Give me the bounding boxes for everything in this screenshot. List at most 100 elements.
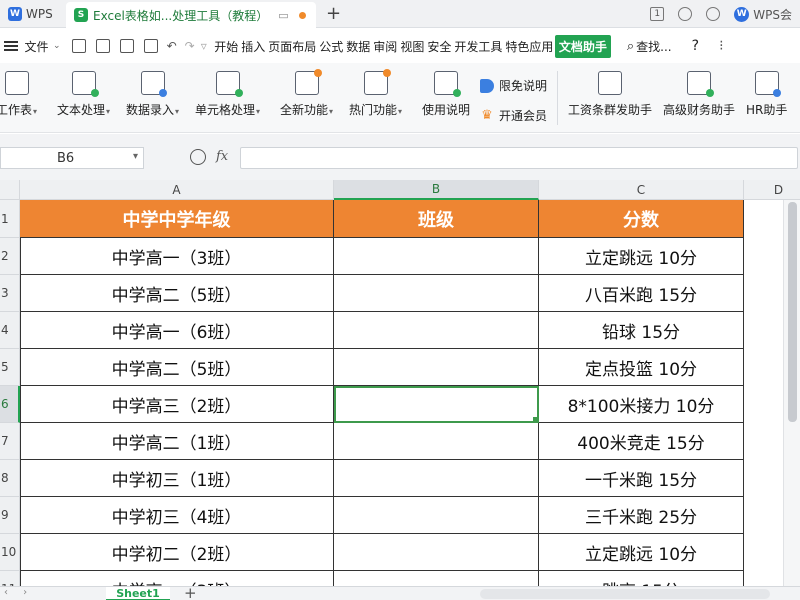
print-icon[interactable] [119,39,134,53]
table-cell[interactable]: 跳高 15分 [539,571,744,586]
table-cell[interactable] [334,497,539,534]
vertical-scroll-thumb[interactable] [788,202,797,422]
table-cell[interactable]: 中学高三（2班） [20,386,334,423]
table-cell[interactable]: 中学高二（5班） [20,275,334,312]
window-count-icon[interactable]: 1 [650,7,665,21]
ribbon-cell-process-button[interactable]: 单元格处理▾ [195,71,260,118]
user-account[interactable]: W WPS会 [734,6,792,23]
table-cell[interactable]: 中学高一（3班） [20,571,334,586]
menu-page-layout[interactable]: 页面布局 [267,38,318,55]
zoom-icon[interactable] [190,149,206,165]
menu-start[interactable]: 开始 [213,38,240,55]
table-cell[interactable]: 中学高二（1班） [20,423,334,460]
chevron-down-icon[interactable]: ▾ [133,151,138,162]
formula-input[interactable] [240,147,798,169]
menu-formula[interactable]: 公式 [318,38,345,55]
save-icon[interactable] [71,39,86,53]
table-cell[interactable] [334,460,539,497]
more-quick-access-icon[interactable]: ▿ [201,39,207,53]
print-preview-icon[interactable] [143,39,158,53]
row-header[interactable]: 4 [0,312,20,349]
share-icon[interactable] [706,7,721,21]
ribbon-worksheet-button[interactable]: 工作表▾ [0,71,37,118]
menu-view[interactable]: 视图 [399,38,426,55]
menu-review[interactable]: 审阅 [372,38,399,55]
menu-developer[interactable]: 开发工具 [453,38,504,55]
new-tab-button[interactable]: + [326,3,341,24]
horizontal-scrollbar[interactable] [480,589,770,599]
add-sheet-button[interactable]: + [184,584,197,600]
menu-security[interactable]: 安全 [426,38,453,55]
table-cell[interactable]: 三千米跑 25分 [539,497,744,534]
table-cell[interactable]: 中学高一（3班） [20,238,334,275]
table-cell[interactable]: 中学高一（6班） [20,312,334,349]
table-cell[interactable]: 中学初三（4班） [20,497,334,534]
table-cell[interactable]: 中学高二（5班） [20,349,334,386]
sheet-nav-arrows[interactable]: ‹ › [4,587,33,598]
ribbon-hr-button[interactable]: HR助手 [746,71,787,118]
table-cell[interactable]: 八百米跑 15分 [539,275,744,312]
wps-home-tab[interactable]: W WPS [0,0,62,28]
row-header[interactable]: 11 [0,571,20,586]
table-cell[interactable] [334,312,539,349]
table-cell[interactable]: 400米竞走 15分 [539,423,744,460]
column-header-a[interactable]: A [20,180,334,200]
help-icon[interactable]: ? [692,38,699,54]
ribbon-finance-button[interactable]: 高级财务助手 [663,71,735,118]
chevron-down-icon[interactable]: ⌄ [53,41,61,51]
ribbon-free-note-button[interactable]: 限免说明 [480,77,547,94]
ribbon-manual-button[interactable]: 使用说明 [422,71,470,118]
column-header-d[interactable]: D [744,180,800,200]
document-tab[interactable]: S Excel表格如...处理工具（教程） ▭ [66,2,316,28]
ribbon-membership-button[interactable]: ♛ 开通会员 [480,107,547,124]
table-cell[interactable] [334,386,539,423]
table-cell[interactable]: 一千米跑 15分 [539,460,744,497]
ribbon-text-process-button[interactable]: 文本处理▾ [57,71,110,118]
hamburger-menu-icon[interactable] [4,39,18,54]
undo-icon[interactable]: ↶ [167,39,177,53]
table-cell[interactable] [334,534,539,571]
table-cell[interactable] [334,349,539,386]
sheet-tab-sheet1[interactable]: Sheet1 [106,587,170,600]
header-cell[interactable]: 中学中学年级 [20,200,334,238]
table-cell[interactable]: 中学初二（2班） [20,534,334,571]
insert-function-button[interactable]: fx [216,149,228,164]
row-header[interactable]: 3 [0,275,20,312]
table-cell[interactable] [334,571,539,586]
history-icon[interactable] [678,7,693,21]
ribbon-new-feature-button[interactable]: 全新功能▾ [280,69,333,118]
row-header[interactable]: 10 [0,534,20,571]
row-header[interactable]: 6 [0,386,20,423]
row-header[interactable]: 9 [0,497,20,534]
vertical-scrollbar[interactable] [783,200,800,586]
table-cell[interactable]: 中学初三（1班） [20,460,334,497]
file-menu[interactable]: 文件 [23,38,50,55]
column-header-c[interactable]: C [539,180,744,200]
header-cell[interactable]: 班级 [334,200,539,238]
redo-icon[interactable]: ↷ [185,39,195,53]
row-header[interactable]: 7 [0,423,20,460]
table-cell[interactable]: 立定跳远 10分 [539,534,744,571]
row-header[interactable]: 2 [0,238,20,275]
menu-special-apps[interactable]: 特色应用 [504,38,555,55]
table-cell[interactable]: 定点投篮 10分 [539,349,744,386]
search-button[interactable]: ⌕ 查找... [627,38,672,55]
column-header-b[interactable]: B [334,180,539,200]
ribbon-payslip-button[interactable]: 工资条群发助手 [568,71,652,118]
row-header[interactable]: 8 [0,460,20,497]
name-box[interactable]: B6 ▾ [0,147,144,169]
select-all-corner[interactable] [0,180,20,200]
table-cell[interactable] [334,275,539,312]
menu-data[interactable]: 数据 [345,38,372,55]
export-icon[interactable] [95,39,110,53]
table-cell[interactable]: 立定跳远 10分 [539,238,744,275]
menu-doc-assistant[interactable]: 文档助手 [554,34,611,58]
menu-insert[interactable]: 插入 [240,38,267,55]
row-header[interactable]: 5 [0,349,20,386]
table-cell[interactable] [334,238,539,275]
ribbon-data-entry-button[interactable]: 数据录入▾ [126,71,179,118]
table-cell[interactable]: 8*100米接力 10分 [539,386,744,423]
table-cell[interactable] [334,423,539,460]
more-icon[interactable]: ⁝ [719,38,723,54]
table-cell[interactable]: 铅球 15分 [539,312,744,349]
